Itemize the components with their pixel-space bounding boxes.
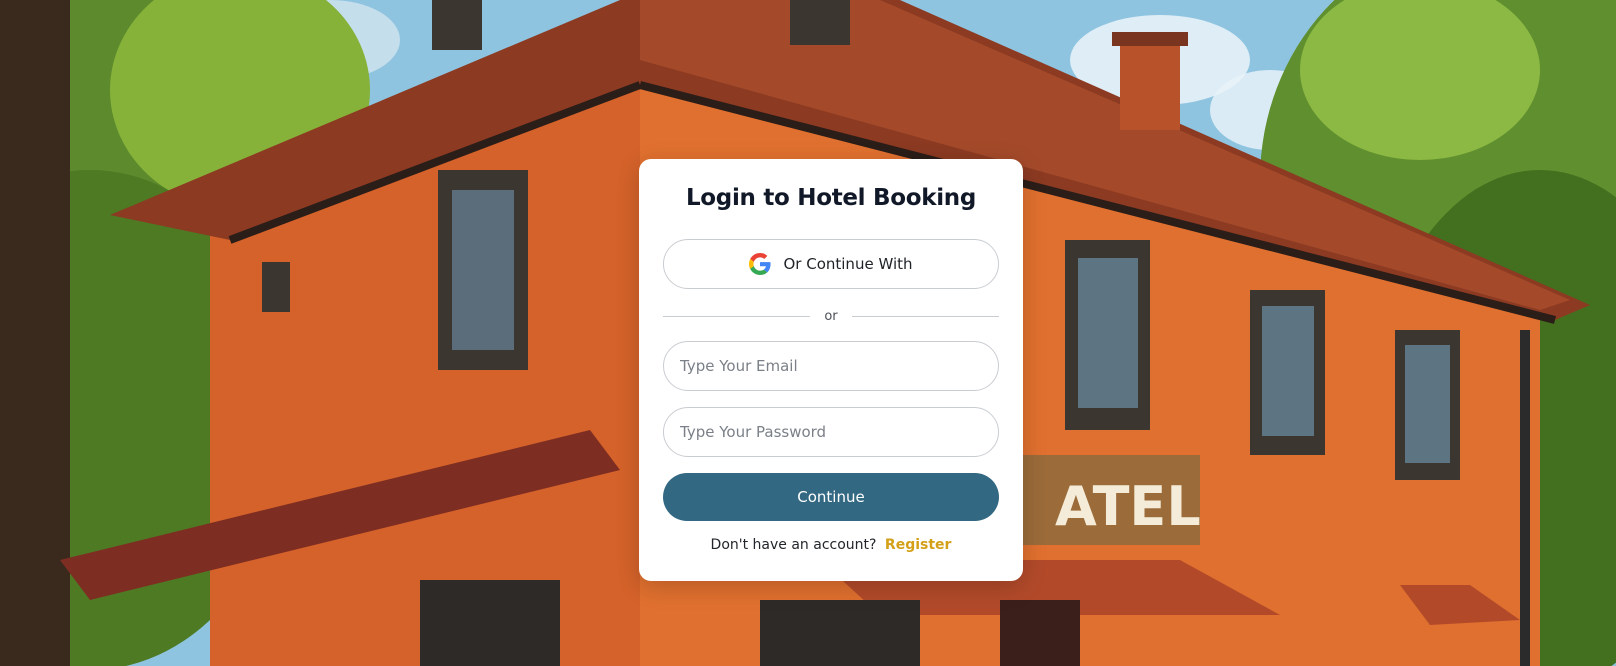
google-button-label: Or Continue With [783,255,913,273]
divider-line-left [663,315,811,317]
google-signin-button[interactable]: Or Continue With [663,239,999,289]
hotel-sign-text: ATEL [1055,475,1201,538]
register-prompt-row: Don't have an account? Register [639,537,1023,553]
login-card: Login to Hotel Booking Or Continue With … [639,159,1023,581]
continue-button[interactable]: Continue [663,473,999,521]
divider-text: or [824,308,838,324]
google-icon [749,253,772,275]
or-divider: or [663,306,999,326]
login-title: Login to Hotel Booking [685,185,977,211]
register-prompt-text: Don't have an account? [710,537,877,553]
email-input[interactable] [663,341,999,391]
password-input[interactable] [663,407,999,457]
register-link[interactable]: Register [885,537,952,553]
divider-line-right [851,315,999,317]
